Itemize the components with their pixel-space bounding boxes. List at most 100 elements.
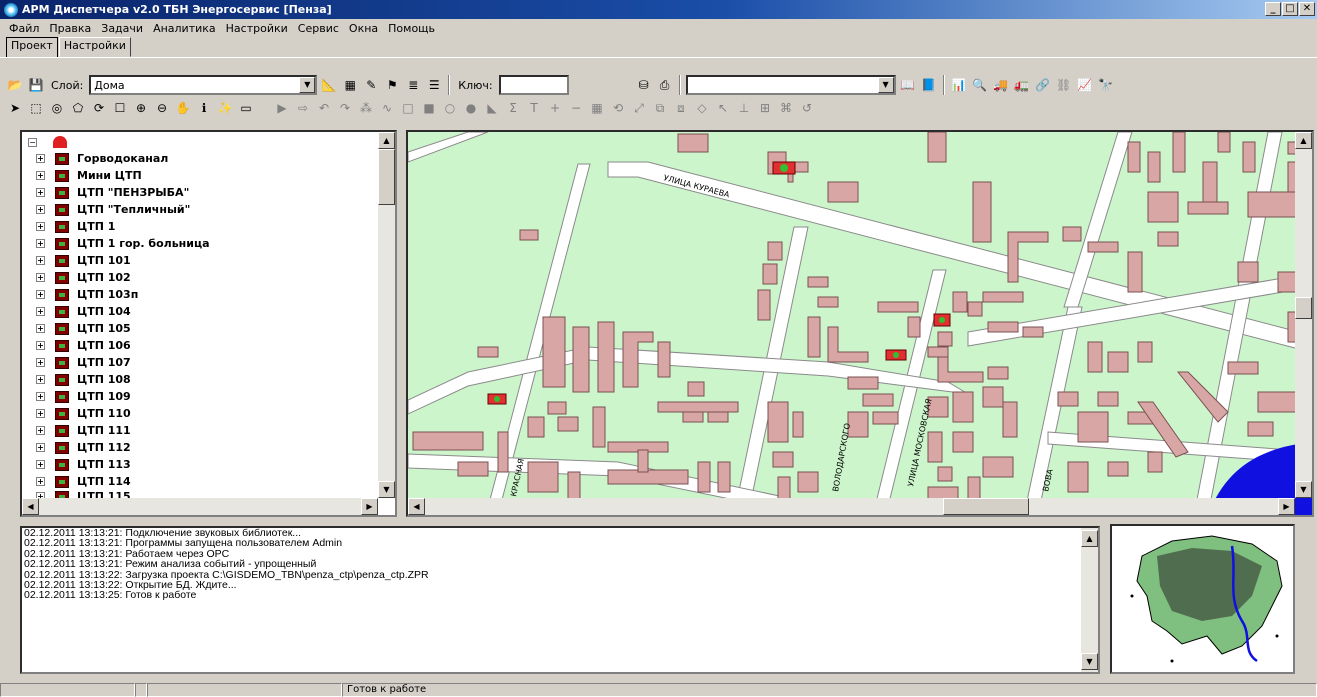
scroll-left-icon[interactable]: ◀ bbox=[408, 498, 425, 515]
copy-icon[interactable]: ⧉ bbox=[651, 99, 669, 117]
search-select[interactable]: ▼ bbox=[685, 75, 896, 95]
scroll-left-icon[interactable]: ◀ bbox=[22, 498, 39, 515]
overview-map[interactable] bbox=[1110, 524, 1295, 674]
tree-vscrollbar[interactable]: ▲ ▼ bbox=[378, 132, 395, 498]
rect-tool-icon[interactable]: □ bbox=[399, 99, 417, 117]
map-hscrollbar[interactable]: ◀ ▶ bbox=[408, 498, 1295, 515]
save-icon[interactable]: 💾 bbox=[27, 76, 45, 94]
expand-icon[interactable]: + bbox=[36, 409, 45, 418]
menu-service[interactable]: Сервис bbox=[293, 22, 344, 35]
expand-icon[interactable]: + bbox=[36, 443, 45, 452]
tree-hscrollbar[interactable]: ◀ ▶ bbox=[22, 498, 378, 515]
menu-settings[interactable]: Настройки bbox=[221, 22, 293, 35]
truck-icon[interactable]: 🚚 bbox=[992, 76, 1010, 94]
open-book-icon[interactable]: 📘 bbox=[920, 76, 938, 94]
select-rect-icon[interactable]: ⬚ bbox=[27, 99, 45, 117]
plus-icon[interactable]: + bbox=[546, 99, 564, 117]
tree-item[interactable]: + ЦТП "Тепличный" bbox=[36, 201, 190, 218]
menu-edit[interactable]: Правка bbox=[44, 22, 96, 35]
expand-icon[interactable]: + bbox=[36, 358, 45, 367]
tree-scroll-thumb[interactable] bbox=[378, 149, 395, 205]
scroll-down-icon[interactable]: ▼ bbox=[1295, 481, 1312, 498]
tree-item[interactable]: + Горводоканал bbox=[36, 150, 168, 167]
tree-item[interactable]: + ЦТП "ПЕНЗРЫБА" bbox=[36, 184, 189, 201]
grid-icon[interactable]: ▦ bbox=[588, 99, 606, 117]
expand-icon[interactable]: + bbox=[36, 188, 45, 197]
expand-icon[interactable]: + bbox=[36, 477, 45, 486]
layer-table-icon[interactable]: ▦ bbox=[341, 76, 359, 94]
map-scroll-thumb[interactable] bbox=[1295, 297, 1312, 319]
maximize-button[interactable]: □ bbox=[1282, 2, 1298, 16]
info-icon[interactable]: ℹ bbox=[195, 99, 213, 117]
database-icon[interactable]: ⛁ bbox=[635, 76, 653, 94]
scroll-up-icon[interactable]: ▲ bbox=[378, 132, 395, 149]
menu-file[interactable]: Файл bbox=[4, 22, 44, 35]
menu-analytics[interactable]: Аналитика bbox=[148, 22, 221, 35]
tree-item[interactable]: + ЦТП 104 bbox=[36, 303, 131, 320]
map-view[interactable]: УЛИЦА КУРАЕВА ВОЛОДАРСКОГО УЛИЦА МОСКОВС… bbox=[406, 130, 1314, 517]
refresh-icon[interactable]: ⟳ bbox=[90, 99, 108, 117]
scroll-right-icon[interactable]: ▶ bbox=[361, 498, 378, 515]
square-icon[interactable]: ☐ bbox=[111, 99, 129, 117]
collapse-icon[interactable]: − bbox=[28, 137, 37, 147]
book-icon[interactable]: 📖 bbox=[899, 76, 917, 94]
circle-tool-icon[interactable]: ○ bbox=[441, 99, 459, 117]
expand-icon[interactable]: + bbox=[36, 460, 45, 469]
tree-item[interactable]: + ЦТП 111 bbox=[36, 422, 131, 439]
minus-icon[interactable]: − bbox=[567, 99, 585, 117]
expand-icon[interactable]: + bbox=[36, 426, 45, 435]
open-folder-icon[interactable]: 📂 bbox=[6, 76, 24, 94]
label-icon[interactable]: ▭ bbox=[237, 99, 255, 117]
layer-select[interactable]: Дома ▼ bbox=[89, 75, 318, 95]
filled-circle-icon[interactable]: ● bbox=[462, 99, 480, 117]
map-hscroll-thumb[interactable] bbox=[943, 498, 1029, 515]
close-button[interactable]: ✕ bbox=[1299, 2, 1315, 16]
tree-item[interactable]: + ЦТП 107 bbox=[36, 354, 131, 371]
minimize-button[interactable]: _ bbox=[1265, 2, 1281, 16]
area-icon[interactable]: ◣ bbox=[483, 99, 501, 117]
expand-icon[interactable]: + bbox=[36, 222, 45, 231]
object-tree[interactable]: − + Горводоканал + Мини ЦТП + ЦТП "ПЕНЗРЫБА… bbox=[20, 130, 397, 517]
expand-icon[interactable]: + bbox=[36, 256, 45, 265]
tab-project[interactable]: Проект bbox=[6, 37, 58, 57]
tree-item[interactable]: + ЦТП 103п bbox=[36, 286, 138, 303]
log-vscrollbar[interactable]: ▲ ▼ bbox=[1081, 528, 1098, 672]
legend-icon[interactable]: ☰ bbox=[425, 76, 443, 94]
layer-edit-icon[interactable]: 📐 bbox=[320, 76, 338, 94]
base-icon[interactable]: ⊥ bbox=[735, 99, 753, 117]
text-tool-icon[interactable]: T bbox=[525, 99, 543, 117]
diamond-icon[interactable]: ◇ bbox=[693, 99, 711, 117]
preview-icon[interactable]: 🔍 bbox=[971, 76, 989, 94]
arrow-icon[interactable]: ▶ bbox=[273, 99, 291, 117]
print-icon[interactable]: ⎙ bbox=[656, 76, 674, 94]
tree-item[interactable]: + ЦТП 112 bbox=[36, 439, 131, 456]
layers-icon[interactable]: ≣ bbox=[404, 76, 422, 94]
select-polygon-icon[interactable]: ⬠ bbox=[69, 99, 87, 117]
select-circle-icon[interactable]: ◎ bbox=[48, 99, 66, 117]
binoculars-icon[interactable]: 🔭 bbox=[1097, 76, 1115, 94]
pointer-icon[interactable]: ➤ bbox=[6, 99, 24, 117]
arrow-node-icon[interactable]: ⇨ bbox=[294, 99, 312, 117]
city-map[interactable]: УЛИЦА КУРАЕВА ВОЛОДАРСКОГО УЛИЦА МОСКОВС… bbox=[408, 132, 1312, 515]
tree-item[interactable]: + ЦТП 113 bbox=[36, 456, 131, 473]
undo-icon[interactable]: ↶ bbox=[315, 99, 333, 117]
chevron-down-icon[interactable]: ▼ bbox=[299, 77, 316, 93]
tree-item[interactable]: + ЦТП 1 гор. больница bbox=[36, 235, 210, 252]
tree-item[interactable]: + ЦТП 102 bbox=[36, 269, 131, 286]
tree-item[interactable]: + ЦТП 1 bbox=[36, 218, 115, 235]
key-input[interactable] bbox=[498, 75, 569, 95]
expand-icon[interactable]: + bbox=[36, 171, 45, 180]
duplicate-icon[interactable]: ⧈ bbox=[672, 99, 690, 117]
zoom-out-icon[interactable]: ⊖ bbox=[153, 99, 171, 117]
chart-icon[interactable]: 📈 bbox=[1076, 76, 1094, 94]
tree-item[interactable]: + ЦТП 108 bbox=[36, 371, 131, 388]
menu-windows[interactable]: Окна bbox=[344, 22, 383, 35]
polyline-icon[interactable]: ∿ bbox=[378, 99, 396, 117]
expand-icon[interactable]: + bbox=[36, 307, 45, 316]
tree-root[interactable]: − bbox=[28, 136, 67, 148]
add-node-icon[interactable]: ⤢ bbox=[630, 99, 648, 117]
unlink-icon[interactable]: ⛓ bbox=[1055, 76, 1073, 94]
expand-icon[interactable]: + bbox=[36, 392, 45, 401]
expand-icon[interactable]: + bbox=[36, 273, 45, 282]
node-icon[interactable]: ⁂ bbox=[357, 99, 375, 117]
